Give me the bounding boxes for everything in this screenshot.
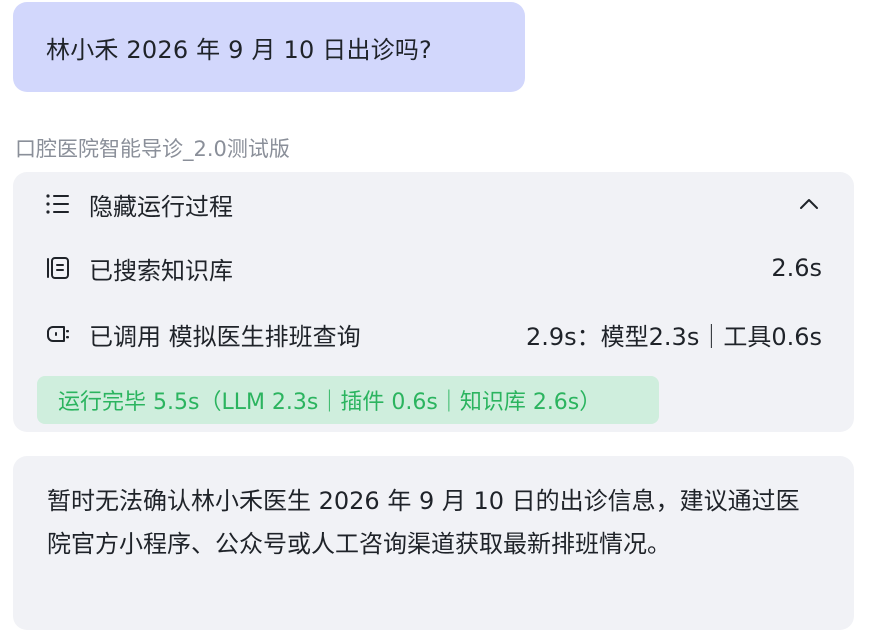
step-duration: 2.6s: [771, 254, 822, 282]
step-label: 已搜索知识库: [89, 256, 233, 285]
run-process-panel: 隐藏运行过程 已搜索知识库 2.6s 已调用 模拟医生排班查询 2.9s：模型2…: [13, 172, 854, 432]
chevron-up-icon[interactable]: [796, 191, 822, 217]
toggle-process-button[interactable]: 隐藏运行过程: [45, 186, 822, 222]
bot-name: 口腔医院智能导诊_2.0测试版: [15, 137, 290, 161]
bot-answer-text: 暂时无法确认林小禾医生 2026 年 9 月 10 日的出诊信息，建议通过医院官…: [47, 487, 800, 558]
run-status-text: 运行完毕 5.5s（LLM 2.3s｜插件 0.6s｜知识库 2.6s）: [58, 390, 602, 415]
user-message-text: 林小禾 2026 年 9 月 10 日出诊吗?: [46, 35, 432, 64]
run-status-badge: 运行完毕 5.5s（LLM 2.3s｜插件 0.6s｜知识库 2.6s）: [37, 376, 659, 424]
step-duration: 2.9s：模型2.3s｜工具0.6s: [525, 322, 822, 351]
bot-answer-card: 暂时无法确认林小禾医生 2026 年 9 月 10 日的出诊信息，建议通过医院官…: [13, 456, 854, 630]
list-icon: [45, 191, 71, 217]
plugin-icon: [45, 321, 71, 347]
user-message-bubble: 林小禾 2026 年 9 月 10 日出诊吗?: [13, 2, 525, 92]
step-plugin-call: 已调用 模拟医生排班查询 2.9s：模型2.3s｜工具0.6s: [45, 316, 822, 352]
document-icon: [45, 255, 71, 281]
toggle-process-label: 隐藏运行过程: [89, 192, 233, 221]
step-knowledge-search: 已搜索知识库 2.6s: [45, 250, 822, 286]
step-label: 已调用 模拟医生排班查询: [89, 322, 361, 351]
